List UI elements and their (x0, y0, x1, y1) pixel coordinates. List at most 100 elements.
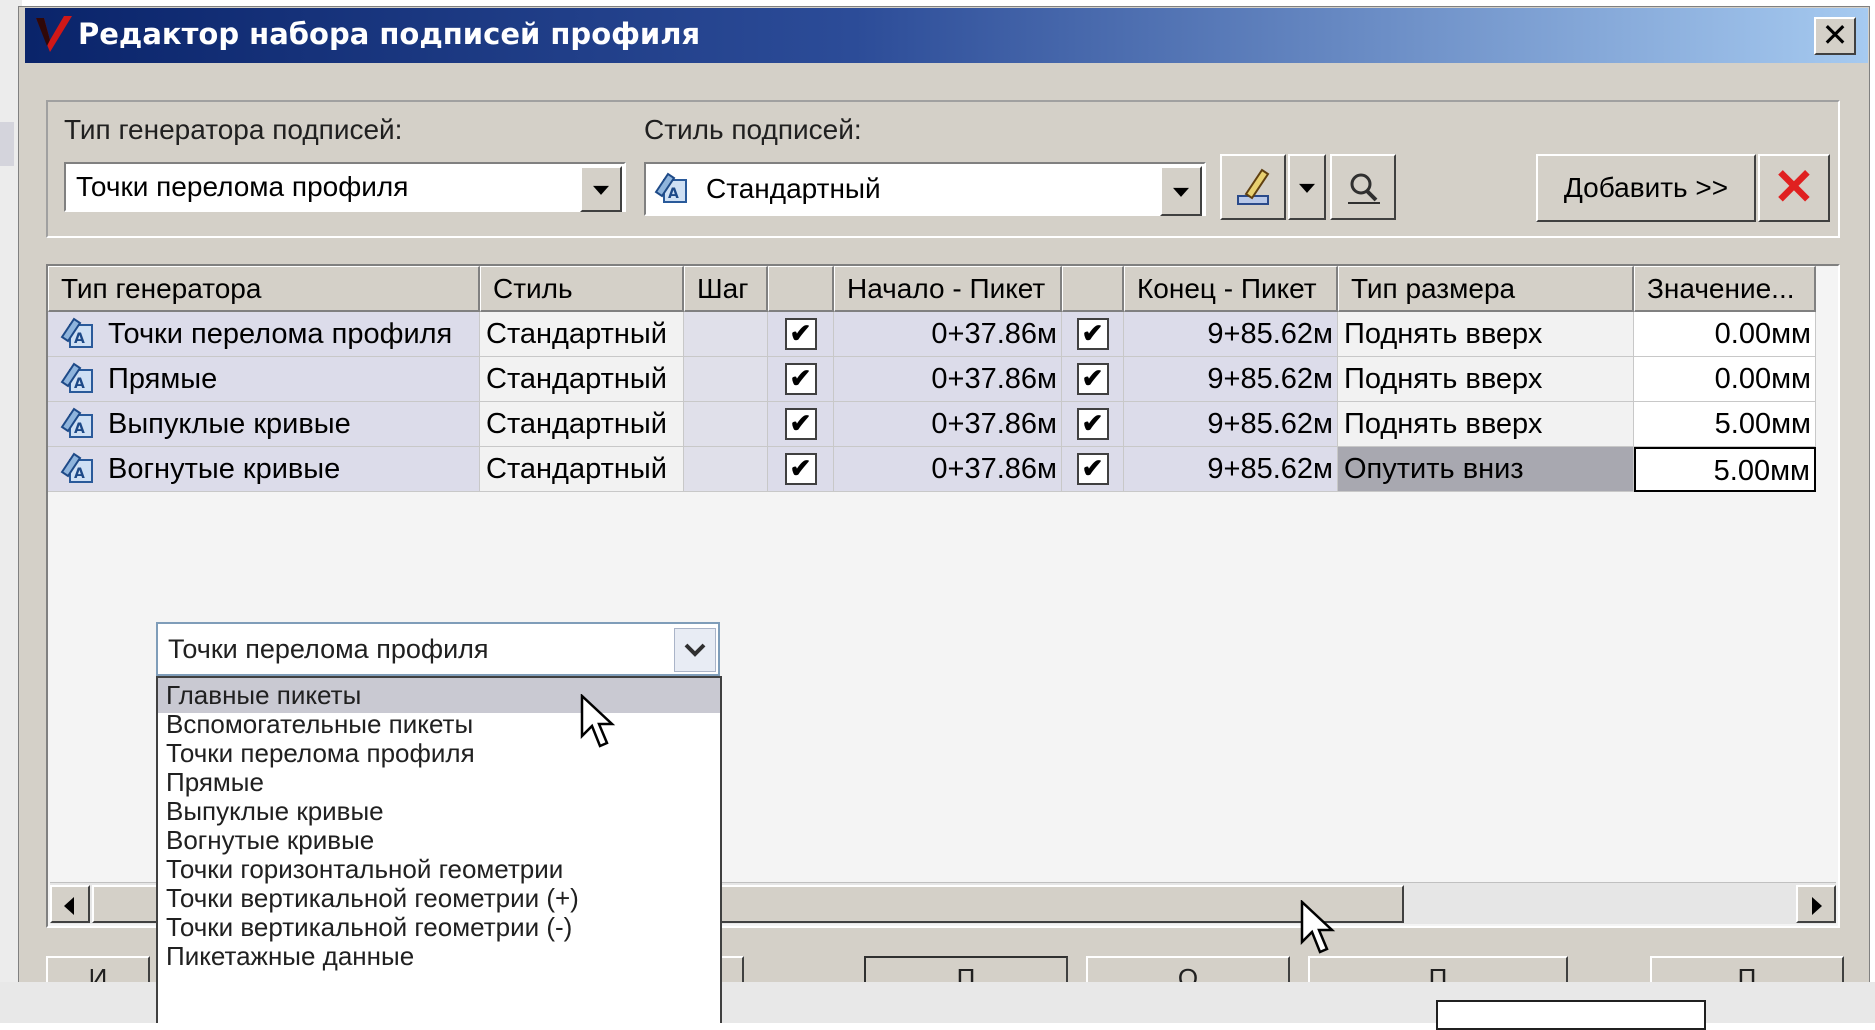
delete-button[interactable]: ✕ (1758, 154, 1830, 222)
checkbox[interactable]: ✔ (784, 318, 817, 350)
cell-value[interactable]: 5.00мм (1634, 447, 1816, 492)
checkbox[interactable]: ✔ (784, 453, 817, 485)
cell-dim-type[interactable]: Поднять вверх (1338, 312, 1634, 357)
checkbox[interactable]: ✔ (784, 408, 817, 440)
magnifier-icon (1348, 173, 1380, 204)
delete-icon: ✕ (1773, 159, 1815, 215)
cell-start-station[interactable]: 0+37.86м (834, 312, 1062, 357)
cell-style[interactable]: Стандартный (480, 312, 684, 357)
cell-generator-type[interactable]: A Выпуклые кривые (48, 402, 480, 447)
cell-generator-type[interactable]: A Прямые (48, 357, 480, 402)
label-generator-icon: A (60, 362, 93, 393)
cell-end-check[interactable]: ✔ (1062, 447, 1124, 492)
cell-end-station[interactable]: 9+85.62м (1124, 357, 1338, 402)
cell-dim-type[interactable]: Поднять вверх (1338, 357, 1634, 402)
cell-start-station[interactable]: 0+37.86м (834, 447, 1062, 492)
col-header-dim-type[interactable]: Тип размера (1338, 266, 1634, 312)
cell-start-check[interactable]: ✔ (768, 312, 834, 357)
checkbox[interactable]: ✔ (1076, 408, 1109, 440)
cell-end-check[interactable]: ✔ (1062, 312, 1124, 357)
cell-end-check[interactable]: ✔ (1062, 402, 1124, 447)
generator-type-text: Выпуклые кривые (108, 408, 351, 440)
cell-dim-type[interactable]: Опутить вниз (1338, 447, 1634, 492)
cell-value[interactable]: 5.00мм (1634, 402, 1816, 447)
chevron-down-icon (684, 643, 706, 657)
generator-type-text: Вогнутые кривые (108, 453, 341, 485)
generator-cell-combo[interactable]: Точки перелома профиля (156, 622, 720, 676)
svg-text:A: A (74, 421, 85, 437)
pencil-icon (1237, 168, 1270, 205)
add-button[interactable]: Добавить >> (1536, 154, 1756, 222)
cell-value[interactable]: 0.00мм (1634, 357, 1816, 402)
col-header-value[interactable]: Значение... (1634, 266, 1816, 312)
col-header-start-check[interactable] (768, 266, 834, 312)
col-header-end-check[interactable] (1062, 266, 1124, 312)
arrow-right-icon (1812, 897, 1822, 915)
cell-step[interactable] (684, 447, 768, 492)
app-logo-icon (36, 16, 72, 52)
cell-start-station[interactable]: 0+37.86м (834, 402, 1062, 447)
col-header-end-station[interactable]: Конец - Пикет (1124, 266, 1338, 312)
preview-style-button[interactable] (1330, 154, 1396, 220)
cell-start-check[interactable]: ✔ (768, 447, 834, 492)
checkbox[interactable]: ✔ (784, 363, 817, 395)
generator-options-list[interactable]: Главные пикеты Вспомогательные пикеты Точк… (156, 676, 722, 1023)
cell-end-check[interactable]: ✔ (1062, 357, 1124, 402)
label-generator-icon: A (60, 452, 93, 483)
svg-text:A: A (74, 331, 85, 347)
label-style-value: Стандартный (706, 173, 881, 204)
label-generator-icon: A (60, 407, 93, 438)
cell-style[interactable]: Стандартный (480, 402, 684, 447)
cell-step[interactable] (684, 312, 768, 357)
label-style-combo[interactable]: A Стандартный (644, 162, 1206, 216)
svg-text:A: A (74, 376, 85, 392)
col-header-step[interactable]: Шаг (684, 266, 768, 312)
cell-end-station[interactable]: 9+85.62м (1124, 447, 1338, 492)
cell-value[interactable]: 0.00мм (1634, 312, 1816, 357)
cell-step[interactable] (684, 402, 768, 447)
chevron-down-icon (1173, 187, 1189, 197)
cell-style[interactable]: Стандартный (480, 357, 684, 402)
cell-end-station[interactable]: 9+85.62м (1124, 312, 1338, 357)
svg-text:A: A (668, 186, 679, 202)
edit-style-button[interactable] (1220, 154, 1286, 220)
cell-end-station[interactable]: 9+85.62м (1124, 402, 1338, 447)
chevron-down-icon (593, 185, 609, 195)
generator-type-value: Точки перелома профиля (76, 171, 409, 202)
generator-type-text: Прямые (108, 363, 218, 395)
cell-style[interactable]: Стандартный (480, 447, 684, 492)
dropdown-option[interactable]: Пикетажные данные (158, 939, 720, 974)
mouse-cursor-icon (1300, 900, 1336, 954)
col-header-generator-type[interactable]: Тип генератора (48, 266, 480, 312)
col-header-start-station[interactable]: Начало - Пикет (834, 266, 1062, 312)
cell-dim-type[interactable]: Поднять вверх (1338, 402, 1634, 447)
chevron-down-icon (1299, 183, 1315, 193)
generator-dropdown-button[interactable] (580, 166, 622, 212)
cell-step[interactable] (684, 357, 768, 402)
style-dropdown-button[interactable] (1160, 166, 1202, 216)
svg-text:A: A (74, 466, 85, 482)
checkbox[interactable]: ✔ (1076, 363, 1109, 395)
cell-start-station[interactable]: 0+37.86м (834, 357, 1062, 402)
close-button[interactable]: ✕ (1814, 17, 1856, 55)
window-title: Редактор набора подписей профиля (78, 17, 701, 51)
checkbox[interactable]: ✔ (1076, 453, 1109, 485)
style-icon: A (654, 172, 687, 203)
background-button (1436, 1000, 1706, 1030)
label-style-label: Стиль подписей: (644, 114, 862, 145)
edit-style-menu-button[interactable] (1288, 154, 1326, 220)
background-mark (0, 122, 14, 166)
mouse-cursor-icon (580, 694, 616, 748)
col-header-style[interactable]: Стиль (480, 266, 684, 312)
cell-start-check[interactable]: ✔ (768, 357, 834, 402)
close-icon: ✕ (1821, 17, 1849, 53)
scroll-left-button[interactable] (50, 885, 90, 923)
cell-generator-type[interactable]: A Вогнутые кривые (48, 447, 480, 492)
generator-cell-dropdown-button[interactable] (674, 628, 716, 672)
label-generator-icon: A (60, 317, 93, 348)
cell-start-check[interactable]: ✔ (768, 402, 834, 447)
checkbox[interactable]: ✔ (1076, 318, 1109, 350)
generator-type-combo[interactable]: Точки перелома профиля (64, 162, 626, 212)
scroll-right-button[interactable] (1796, 885, 1836, 923)
cell-generator-type[interactable]: A Точки перелома профиля (48, 312, 480, 357)
